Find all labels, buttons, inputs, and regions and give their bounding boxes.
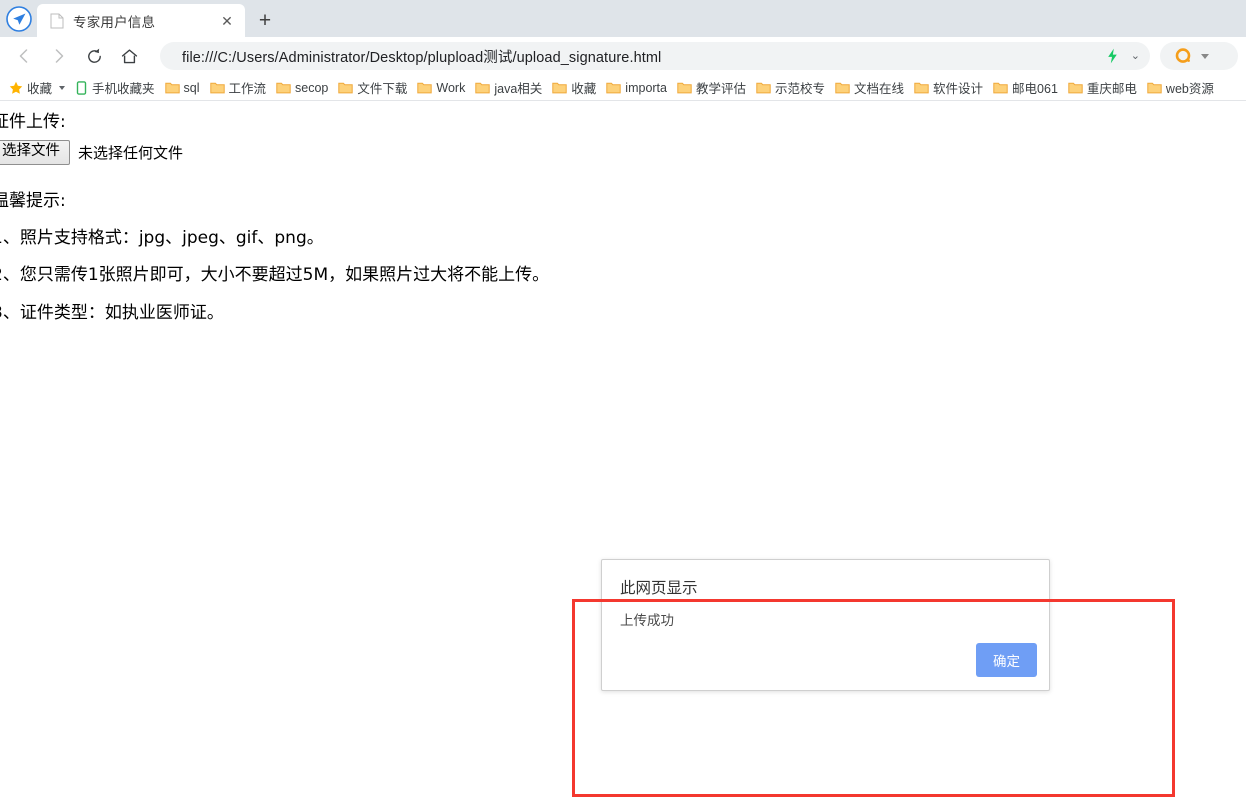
- bookmark-item[interactable]: 手机收藏夹: [70, 77, 160, 99]
- bookmark-label: 文档在线: [854, 82, 905, 96]
- bookmark-item[interactable]: 邮电061: [988, 77, 1063, 99]
- folder-icon: [914, 81, 929, 94]
- home-button[interactable]: [113, 40, 145, 72]
- bookmark-item[interactable]: 软件设计: [909, 77, 988, 99]
- folder-icon: [164, 81, 180, 94]
- javascript-alert-dialog: 此网页显示 上传成功 确定: [601, 559, 1050, 691]
- browser-tab[interactable]: 专家用户信息 ✕: [37, 4, 245, 37]
- bookmark-item[interactable]: 教学评估: [672, 77, 751, 99]
- bookmark-label: 示范校专: [775, 82, 826, 96]
- dialog-actions: 确定: [976, 643, 1037, 677]
- folder-icon: [552, 81, 567, 94]
- folder-icon: [276, 81, 291, 94]
- folder-icon: [606, 81, 621, 94]
- browser-logo-icon: [0, 0, 37, 37]
- address-bar-url: file:///C:/Users/Administrator/Desktop/p…: [182, 49, 662, 66]
- bookmark-label: importa: [625, 80, 667, 95]
- bookmark-item[interactable]: 重庆邮电: [1063, 77, 1142, 99]
- bookmark-label: web资源: [1165, 82, 1214, 96]
- phone-icon: [75, 80, 88, 95]
- tips-heading: 温馨提示:: [0, 190, 66, 211]
- star-icon: [9, 81, 23, 95]
- bookmark-label: 收藏: [571, 82, 597, 96]
- chevron-down-icon[interactable]: ⌄: [1131, 50, 1140, 62]
- tip-item-3: 3、证件类型：如执业医师证。: [0, 302, 224, 323]
- address-bar-actions: ⌄: [1098, 48, 1140, 64]
- folder-icon: [417, 81, 433, 94]
- folder-icon: [475, 81, 491, 94]
- file-status-label: 未选择任何文件: [78, 144, 184, 163]
- folder-icon: [835, 81, 850, 94]
- tip-item-1: 1、照片支持格式：jpg、jpeg、gif、png。: [0, 228, 324, 249]
- bookmark-label: Work: [436, 80, 466, 95]
- tab-title: 专家用户信息: [73, 14, 156, 30]
- browser-chrome: 专家用户信息 ✕ + file:///C:/Users/Administrato…: [0, 0, 1246, 101]
- bookmark-label: 工作流: [228, 82, 267, 96]
- dialog-title: 此网页显示: [620, 579, 698, 597]
- bookmark-item[interactable]: 收藏: [4, 77, 70, 99]
- folder-icon: [677, 81, 692, 94]
- bookmark-item[interactable]: 收藏: [547, 77, 601, 99]
- search-engine-box[interactable]: [1160, 42, 1238, 70]
- folder-icon: [1147, 81, 1162, 94]
- close-icon[interactable]: ✕: [217, 11, 237, 31]
- file-input-row[interactable]: 选择文件 未选择任何文件: [0, 140, 1246, 165]
- page-viewport: 证件上传: 选择文件 未选择任何文件 温馨提示: 1、照片支持格式：jpg、jp…: [0, 104, 1246, 807]
- tip-item-2: 2、您只需传1张照片即可，大小不要超过5M，如果照片过大将不能上传。: [0, 265, 550, 286]
- bookmark-label: secop: [295, 80, 329, 95]
- bookmark-label: java相关: [494, 82, 543, 96]
- folder-icon: [1068, 81, 1083, 94]
- reload-button[interactable]: [78, 40, 110, 72]
- bookmark-item[interactable]: java相关: [470, 77, 547, 99]
- bookmark-label: sql: [183, 80, 200, 95]
- bookmark-label: 重庆邮电: [1086, 82, 1137, 96]
- upload-heading: 证件上传:: [0, 112, 66, 132]
- folder-icon: [756, 81, 771, 94]
- chevron-down-icon[interactable]: [59, 85, 66, 90]
- new-tab-button[interactable]: +: [245, 4, 285, 37]
- bookmark-item[interactable]: sql: [160, 77, 205, 99]
- forward-button[interactable]: [43, 40, 75, 72]
- bookmark-label: 手机收藏夹: [92, 82, 155, 96]
- bookmark-item[interactable]: 文档在线: [830, 77, 909, 99]
- browser-toolbar: file:///C:/Users/Administrator/Desktop/p…: [0, 37, 1246, 75]
- choose-file-button[interactable]: 选择文件: [0, 140, 70, 165]
- bookmark-label: 邮电061: [1012, 82, 1058, 96]
- chevron-down-icon[interactable]: [1201, 53, 1209, 59]
- bookmark-item[interactable]: 文件下载: [333, 77, 412, 99]
- bookmark-item[interactable]: web资源: [1142, 77, 1219, 99]
- bookmark-label: 文件下载: [357, 82, 408, 96]
- bookmark-item[interactable]: 工作流: [205, 77, 272, 99]
- folder-icon: [338, 81, 354, 94]
- folder-icon: [993, 81, 1008, 94]
- bookmark-label: 软件设计: [933, 82, 984, 96]
- dialog-ok-button[interactable]: 确定: [976, 643, 1037, 677]
- tab-strip: 专家用户信息 ✕ +: [0, 0, 1246, 37]
- bookmark-item[interactable]: secop: [271, 77, 333, 99]
- bookmark-item[interactable]: 示范校专: [751, 77, 830, 99]
- folder-icon: [209, 81, 225, 94]
- back-button[interactable]: [8, 40, 40, 72]
- bookmark-label: 收藏: [27, 82, 53, 96]
- page-content: 证件上传: 选择文件 未选择任何文件 温馨提示: 1、照片支持格式：jpg、jp…: [0, 112, 1246, 340]
- address-bar[interactable]: file:///C:/Users/Administrator/Desktop/p…: [160, 42, 1150, 70]
- bookmark-item[interactable]: Work: [412, 77, 470, 99]
- bookmark-item[interactable]: importa: [601, 77, 672, 99]
- document-icon: [49, 13, 65, 29]
- lightning-bolt-icon[interactable]: [1106, 48, 1119, 64]
- dialog-message: 上传成功: [620, 613, 674, 629]
- bookmarks-bar: 收藏 手机收藏夹 sql 工作流 secop 文件下载 Work java相关 …: [0, 75, 1246, 101]
- search-engine-o-logo: [1174, 47, 1193, 66]
- bookmark-label: 教学评估: [695, 82, 746, 96]
